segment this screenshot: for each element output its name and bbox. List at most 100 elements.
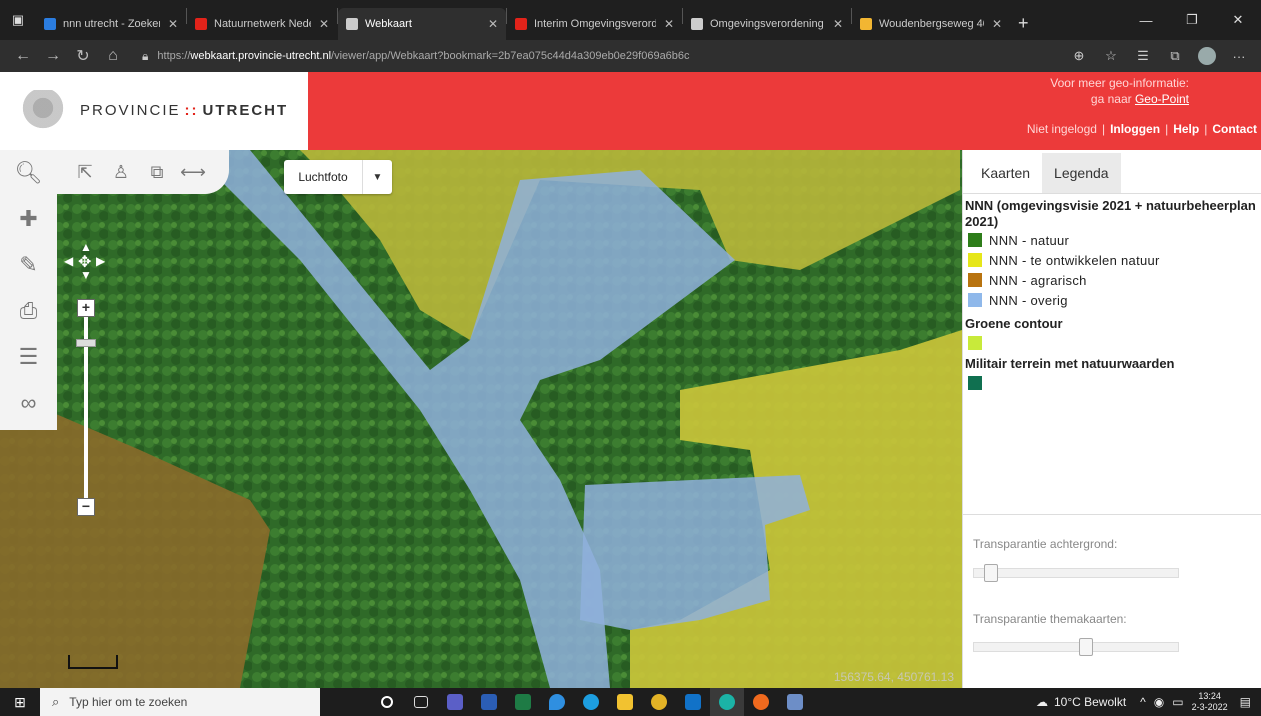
crest-icon: [18, 90, 68, 130]
geo-line-1: Voor meer geo-informatie:: [1050, 76, 1189, 90]
clock-time: 13:24: [1198, 691, 1221, 701]
browser-tab[interactable]: Interim Omgevingsverorde ✕: [507, 8, 682, 40]
select-icon[interactable]: ⇱: [67, 162, 103, 183]
new-tab-button[interactable]: +: [1018, 13, 1029, 34]
help-link[interactable]: Help: [1173, 122, 1199, 136]
excel-icon[interactable]: [506, 688, 540, 716]
measure-icon[interactable]: ⟷: [175, 162, 211, 183]
browser-tab[interactable]: Webkaart ✕: [338, 8, 506, 40]
map-viewer[interactable]: 🔍︎ ✚ ✎ ⎙ ☰ ∞ ⇱ ♙ ⧉ ⟷ Luchtfoto ▼ ▲ ◀ ✥ ▶…: [0, 150, 962, 688]
tab-legenda[interactable]: Legenda: [1042, 153, 1121, 193]
browser-tab[interactable]: Omgevingsverordening pr ✕: [683, 8, 851, 40]
file-explorer-icon[interactable]: [608, 688, 642, 716]
browser-tab[interactable]: Natuurnetwerk Nederland | ✕: [187, 8, 337, 40]
print-icon[interactable]: ⎙: [0, 288, 57, 334]
app-drop-icon[interactable]: [540, 688, 574, 716]
zoom-track[interactable]: [84, 306, 88, 506]
streetview-icon[interactable]: ♙: [103, 162, 139, 183]
restore-icon[interactable]: ❐: [1169, 12, 1215, 28]
geo-point-link[interactable]: Geo-Point: [1135, 92, 1189, 106]
close-tab-icon[interactable]: ✕: [488, 17, 498, 31]
minimize-icon[interactable]: —: [1123, 13, 1169, 28]
word-icon[interactable]: [472, 688, 506, 716]
pan-right-icon[interactable]: ▶: [96, 254, 105, 268]
more-icon[interactable]: ···: [1223, 49, 1255, 64]
taskbar-apps: [370, 688, 812, 716]
close-tab-icon[interactable]: ✕: [319, 17, 329, 31]
window-menu-icon[interactable]: ▣: [0, 0, 36, 40]
add-layer-icon[interactable]: ✚: [0, 196, 57, 242]
login-link[interactable]: Inloggen: [1110, 122, 1160, 136]
weather-icon: ☁: [1035, 695, 1048, 709]
back-icon[interactable]: ←: [8, 47, 38, 65]
close-window-icon[interactable]: ✕: [1215, 12, 1261, 28]
province-logo[interactable]: PROVINCIE:: UTRECHT: [18, 90, 288, 130]
clock-date: 2-3-2022: [1191, 702, 1228, 712]
identify-icon[interactable]: 🔍︎: [0, 150, 57, 196]
edge-icon[interactable]: [710, 688, 744, 716]
logo-word-1: PROVINCIE: [80, 101, 181, 119]
draw-icon[interactable]: ✎: [0, 242, 57, 288]
document-icon[interactable]: ☰: [0, 334, 57, 380]
close-tab-icon[interactable]: ✕: [992, 17, 1002, 31]
url-field[interactable]: 🔒︎ https://webkaart.provincie-utrecht.nl…: [142, 43, 690, 69]
coordinate-readout: 156375.64, 450761.13: [833, 670, 954, 684]
close-tab-icon[interactable]: ✕: [664, 17, 674, 31]
notifications-icon[interactable]: ▤: [1240, 695, 1251, 709]
basemap-select[interactable]: Luchtfoto ▼: [284, 160, 392, 194]
legend-item-label: NNN - natuur: [989, 232, 1070, 248]
home-icon[interactable]: ⌂: [98, 47, 128, 65]
browser-tab[interactable]: nnn utrecht - Zoeken ✕: [36, 8, 186, 40]
zoom-out-button[interactable]: −: [77, 498, 95, 516]
outlook-icon[interactable]: [676, 688, 710, 716]
zoom-thumb[interactable]: [76, 339, 96, 347]
add-favorite-icon[interactable]: ☆: [1095, 48, 1127, 64]
pan-left-icon[interactable]: ◀: [64, 254, 73, 268]
aerial-map-canvas[interactable]: [0, 150, 962, 688]
close-tab-icon[interactable]: ✕: [833, 17, 843, 31]
url-domain: webkaart.provincie-utrecht.nl: [190, 50, 332, 62]
favorites-icon[interactable]: ☰: [1127, 48, 1159, 64]
transparency-theme-thumb[interactable]: [1079, 638, 1093, 656]
skype-icon[interactable]: [574, 688, 608, 716]
battery-icon[interactable]: ▭: [1172, 695, 1183, 709]
tab-favicon-icon: [346, 18, 358, 30]
forward-icon[interactable]: →: [38, 47, 68, 65]
pan-down-icon[interactable]: ▼: [80, 268, 92, 282]
area-select-icon[interactable]: ⧉: [139, 162, 175, 183]
browser-tab[interactable]: Woudenbergseweg 40 - Go ✕: [852, 8, 1010, 40]
zoom-in-button[interactable]: +: [77, 299, 95, 317]
tab-title: Webkaart: [365, 18, 412, 30]
profile-avatar[interactable]: [1198, 47, 1216, 65]
legend-item: NNN - natuur: [965, 230, 1261, 250]
network-icon[interactable]: ◉: [1154, 695, 1164, 709]
refresh-icon[interactable]: ↻: [68, 46, 98, 66]
tab-title: Omgevingsverordening pr: [710, 18, 825, 30]
tab-favicon-icon: [195, 18, 207, 30]
chrome-icon[interactable]: [642, 688, 676, 716]
pan-control[interactable]: ▲ ◀ ✥ ▶ ▼: [64, 240, 106, 282]
tray-chevron-icon[interactable]: ^: [1140, 695, 1146, 709]
zoom-icon[interactable]: ⊕: [1063, 48, 1095, 64]
taskbar-search[interactable]: ⌕ Typ hier om te zoeken: [40, 688, 320, 716]
browser-tabbar: ▣ nnn utrecht - Zoeken ✕ Natuurnetwerk Ned…: [0, 0, 1261, 40]
chevron-down-icon[interactable]: ▼: [362, 160, 392, 194]
firefox-icon[interactable]: [744, 688, 778, 716]
transparency-theme-slider[interactable]: [973, 638, 1179, 656]
windows-start-icon[interactable]: ⊞: [0, 694, 40, 711]
app-misc-icon[interactable]: [778, 688, 812, 716]
tab-kaarten[interactable]: Kaarten: [969, 153, 1042, 193]
transparency-background-thumb[interactable]: [984, 564, 998, 582]
teams-icon[interactable]: [438, 688, 472, 716]
contact-link[interactable]: Contact: [1212, 122, 1257, 136]
task-view-icon[interactable]: [404, 688, 438, 716]
weather-text[interactable]: 10°C Bewolkt: [1054, 695, 1126, 709]
legend-swatch: [968, 273, 982, 287]
transparency-background-slider[interactable]: [973, 564, 1179, 582]
transparency-background-label: Transparantie achtergrond:: [973, 537, 1118, 551]
collections-icon[interactable]: ⧉: [1159, 48, 1191, 64]
link-icon[interactable]: ∞: [0, 380, 57, 426]
clock[interactable]: 13:24 2-3-2022: [1192, 691, 1228, 713]
close-tab-icon[interactable]: ✕: [168, 17, 178, 31]
cortana-icon[interactable]: [370, 688, 404, 716]
